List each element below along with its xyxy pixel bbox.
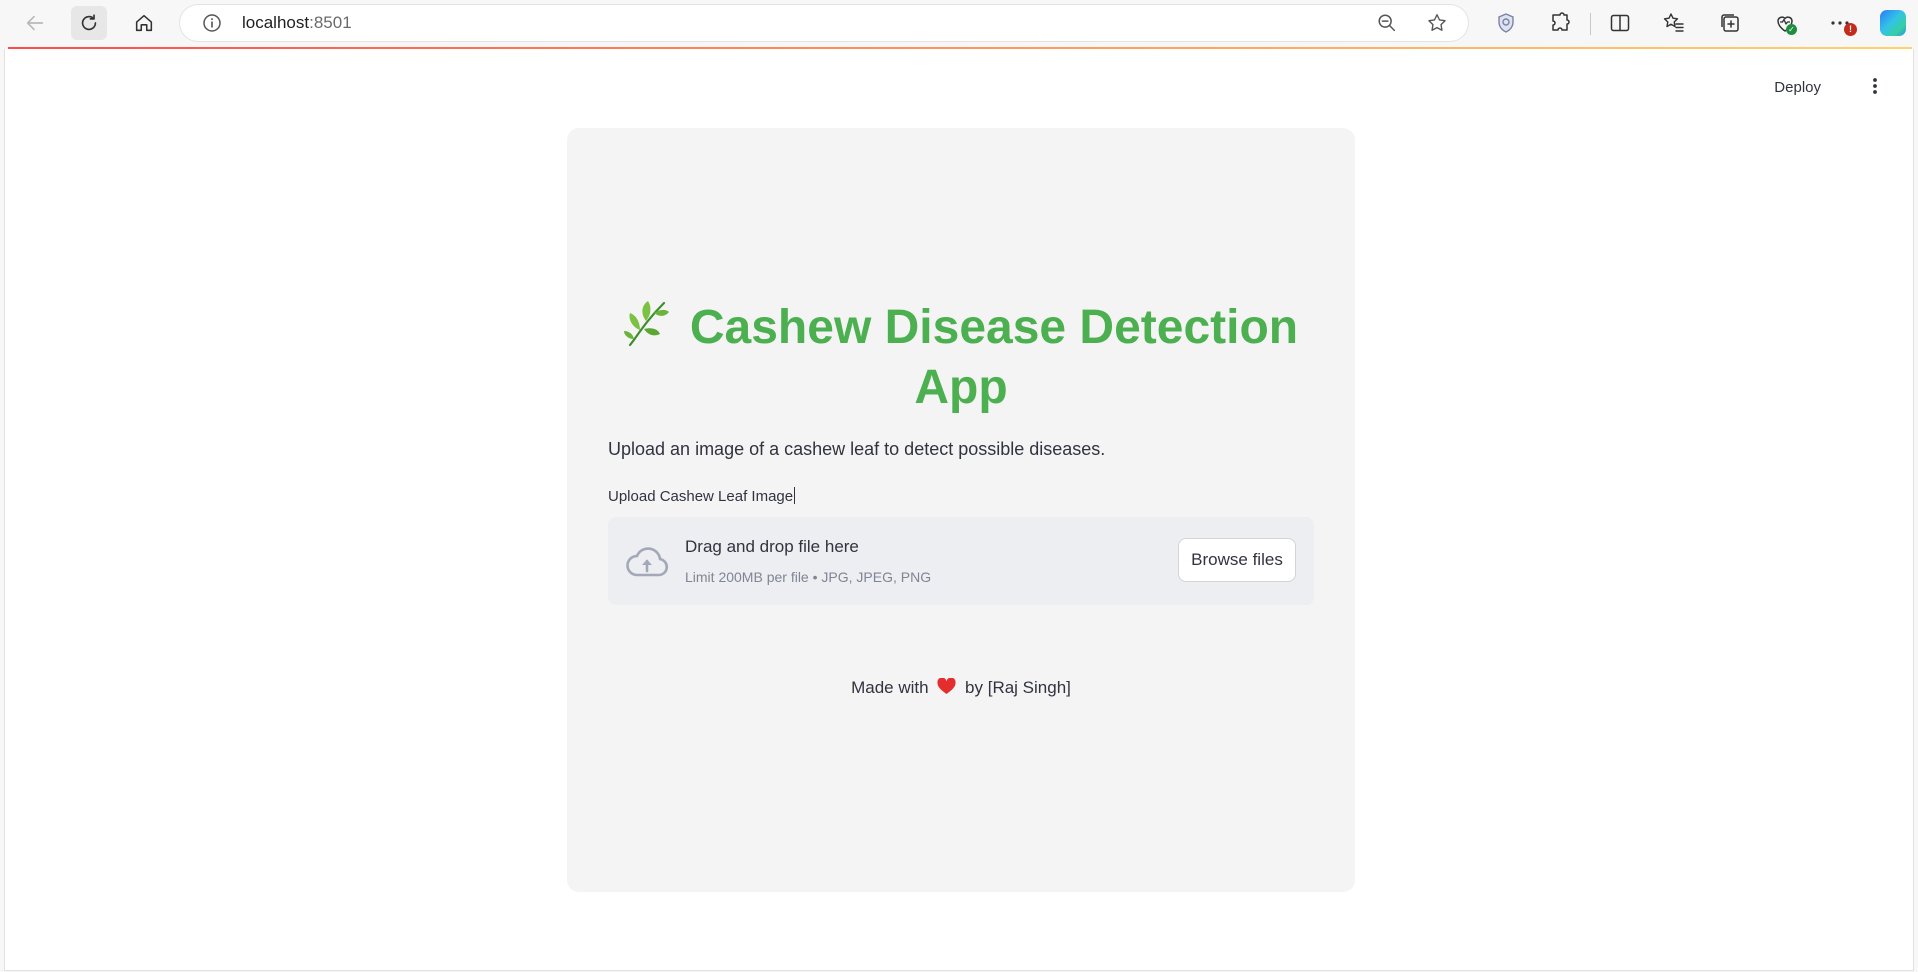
title-line-2: App [914,361,1008,414]
home-button[interactable] [126,6,162,40]
footer-suffix: by [Raj Singh] [965,678,1071,697]
extensions-icon[interactable] [1548,11,1572,35]
deploy-button[interactable]: Deploy [1768,75,1827,100]
dropzone-title: Drag and drop file here [685,537,859,556]
main-card: Cashew Disease Detection App Upload an i… [567,128,1355,892]
status-check-badge: ✓ [1786,24,1797,35]
kebab-menu-icon[interactable] [1865,76,1885,96]
page-viewport: Deploy Cashew Disease Detection App Uplo… [4,49,1914,971]
dropzone-limit-text: Limit 200MB per file • JPG, JPEG, PNG [685,569,932,585]
file-dropzone[interactable]: Drag and drop file here Limit 200MB per … [608,517,1314,605]
footer-credit: Made with by [Raj Singh] [567,678,1355,698]
app-description: Upload an image of a cashew leaf to dete… [608,439,1106,459]
favorites-icon[interactable] [1662,11,1686,35]
collections-icon[interactable] [1718,11,1742,35]
text-caret [794,487,796,504]
heart-icon [937,678,956,694]
herb-leaf-icon [623,301,669,347]
toolbar-divider [1590,13,1591,35]
zoom-out-icon[interactable] [1376,12,1398,34]
star-icon[interactable] [1426,12,1448,34]
shield-icon[interactable] [1494,11,1518,35]
home-icon [135,14,153,32]
page-title: Cashew Disease Detection App [567,298,1355,418]
refresh-button[interactable] [71,6,107,40]
split-screen-icon[interactable] [1608,11,1632,35]
info-icon[interactable] [202,13,222,33]
address-bar[interactable]: localhost:8501 [180,5,1468,41]
notification-badge: ! [1844,23,1857,36]
uploader-label: Upload Cashew Leaf Image [608,487,796,505]
cloud-upload-icon [626,547,669,577]
copilot-icon[interactable] [1880,10,1906,36]
back-button[interactable] [17,6,53,40]
footer-prefix: Made with [851,678,929,697]
title-line-1: Cashew Disease Detection [689,301,1299,354]
arrow-left-icon [26,15,44,31]
refresh-icon [81,14,97,31]
browser-toolbar: localhost:8501 ✓ ! [0,0,1918,47]
url-text[interactable]: localhost:8501 [242,13,352,33]
browse-files-button[interactable]: Browse files [1178,538,1296,582]
